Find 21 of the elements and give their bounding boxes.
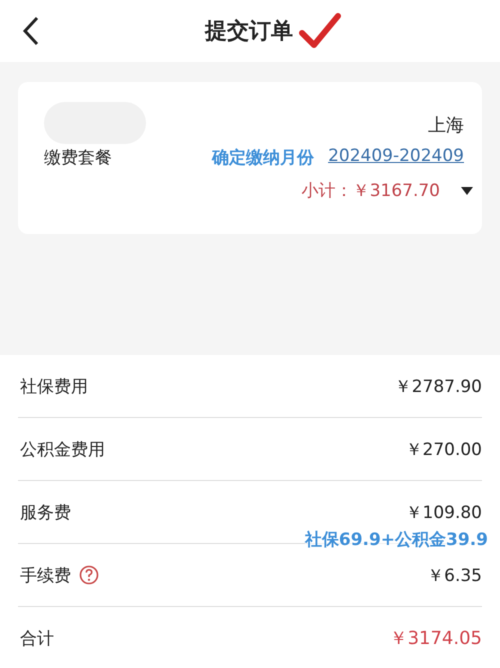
fee-amount: ￥3174.05: [390, 627, 482, 650]
check-mark-icon: [299, 13, 341, 49]
fee-amount: ￥270.00: [406, 438, 482, 460]
annotation-text: 社保69.9+公积金39.9: [304, 528, 488, 551]
fee-label: 服务费: [20, 502, 71, 524]
subtotal-text: 小计：￥3167.70: [302, 180, 440, 202]
city-label: 上海: [428, 114, 464, 137]
back-icon[interactable]: [22, 16, 40, 46]
fee-amount: ￥109.80: [406, 502, 482, 524]
help-icon[interactable]: [79, 565, 99, 585]
fee-amount: ￥6.35: [427, 564, 482, 586]
fee-label: 合计: [20, 628, 54, 650]
fee-amount: ￥2787.90: [394, 376, 482, 398]
month-label: 确定缴纳月份: [212, 147, 314, 169]
page-title: 提交订单: [205, 18, 293, 46]
dropdown-caret-icon[interactable]: [460, 186, 474, 196]
month-range-link[interactable]: 202409-202409: [328, 146, 464, 169]
fee-label: 手续费: [20, 564, 71, 586]
fee-label: 公积金费用: [20, 438, 105, 460]
fee-label: 社保费用: [20, 376, 88, 398]
package-label: 缴费套餐: [44, 147, 112, 169]
